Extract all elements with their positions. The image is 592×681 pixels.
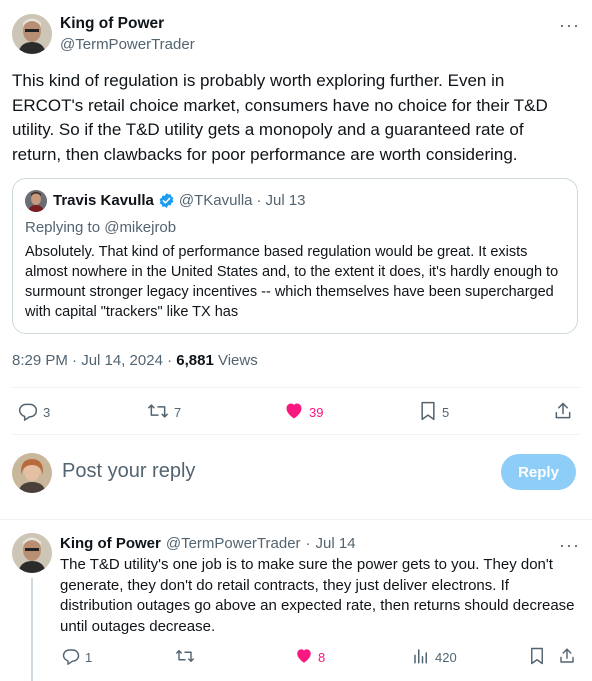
views-action[interactable]: 420 — [412, 647, 457, 668]
thread-line — [31, 578, 33, 681]
reply-icon — [18, 401, 38, 424]
bookmark-icon — [419, 401, 437, 424]
bookmark-action[interactable]: 5 — [419, 401, 449, 424]
repost-icon — [175, 647, 195, 668]
heart-filled-icon — [295, 647, 313, 668]
quoted-avatar — [25, 190, 47, 212]
reply-action[interactable]: 1 — [62, 647, 92, 668]
like-action[interactable]: 8 — [295, 647, 325, 668]
share-icon — [553, 401, 573, 424]
reply-icon — [62, 647, 80, 668]
views-label: Views — [213, 352, 258, 369]
share-icon — [558, 647, 576, 668]
bookmark-action[interactable] — [529, 647, 545, 668]
quoted-text: Absolutely. That kind of performance bas… — [25, 244, 559, 320]
replying-to: Replying to @mikejrob — [25, 219, 177, 236]
analytics-icon — [412, 647, 430, 668]
tweet-timestamp[interactable]: 8:29 PM · Jul 14, 2024 · 6,881 Views — [12, 352, 258, 369]
author-handle[interactable]: @TermPowerTrader — [60, 36, 195, 53]
like-action[interactable]: 39 — [284, 401, 323, 424]
separator-dot: · — [305, 535, 311, 552]
quoted-date: Jul 13 — [265, 192, 306, 209]
divider — [12, 387, 580, 388]
divider — [0, 519, 592, 520]
share-action[interactable] — [553, 401, 573, 424]
quoted-author-name: Travis Kavulla — [53, 192, 154, 209]
reply-text: The T&D utility's one job is to make sur… — [60, 556, 575, 635]
reply-date[interactable]: Jul 14 — [316, 535, 356, 552]
separator-dot: · — [256, 192, 262, 209]
quoted-author-handle: @TKavulla — [178, 192, 253, 209]
heart-filled-icon — [284, 401, 304, 424]
reply-count: 3 — [43, 405, 51, 420]
current-user-avatar[interactable] — [12, 453, 52, 493]
views-count: 6,881 — [176, 352, 214, 369]
share-action[interactable] — [558, 647, 576, 668]
repost-icon — [147, 401, 169, 424]
author-name[interactable]: King of Power — [60, 15, 164, 33]
reply-count: 1 — [85, 650, 93, 665]
like-count: 39 — [309, 405, 324, 420]
timestamp-text[interactable]: 8:29 PM · Jul 14, 2024 · — [12, 352, 176, 369]
bookmark-count: 5 — [442, 405, 450, 420]
repost-action[interactable] — [175, 647, 195, 668]
reply-input[interactable]: Post your reply — [62, 460, 195, 483]
reply-action[interactable]: 3 — [18, 401, 50, 424]
views-count: 420 — [435, 650, 457, 665]
reply-avatar[interactable] — [12, 533, 52, 573]
repost-action[interactable]: 7 — [147, 401, 181, 424]
more-horizontal-icon[interactable]: ··· — [559, 536, 580, 554]
reply-button[interactable]: Reply — [501, 454, 576, 490]
reply-author-name[interactable]: King of Power — [60, 535, 161, 552]
avatar[interactable] — [12, 14, 52, 54]
bookmark-icon — [529, 647, 545, 668]
more-horizontal-icon[interactable]: ··· — [559, 16, 580, 34]
repost-count: 7 — [174, 405, 182, 420]
like-count: 8 — [318, 650, 326, 665]
verified-badge-icon — [158, 192, 175, 209]
tweet-text: This kind of regulation is probably wort… — [12, 71, 548, 164]
reply-author-handle[interactable]: @TermPowerTrader — [166, 535, 301, 552]
divider — [12, 434, 580, 435]
